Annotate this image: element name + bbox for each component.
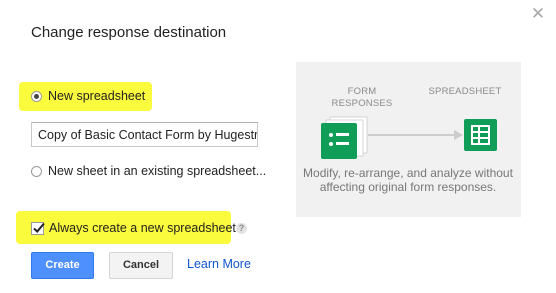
checkmark-icon: [33, 222, 45, 233]
existing-spreadsheet-label[interactable]: New sheet in an existing spreadsheet...: [48, 164, 266, 178]
existing-spreadsheet-radio[interactable]: [31, 166, 42, 177]
cancel-button[interactable]: Cancel: [109, 252, 173, 279]
arrow-icon: [368, 130, 463, 140]
spreadsheet-name-input[interactable]: Copy of Basic Contact Form by Hugestr: [31, 122, 258, 147]
always-create-label[interactable]: Always create a new spreadsheet: [49, 221, 236, 235]
new-spreadsheet-radio[interactable]: [31, 91, 42, 102]
help-icon[interactable]: ?: [236, 223, 247, 234]
close-icon[interactable]: ✕: [530, 5, 546, 22]
diagram-description: Modify, re-arrange, and analyze without …: [303, 166, 513, 194]
form-responses-icon: [321, 116, 368, 159]
dialog-title: Change response destination: [31, 24, 227, 41]
new-spreadsheet-label[interactable]: New spreadsheet: [48, 89, 145, 103]
create-button[interactable]: Create: [31, 252, 94, 279]
always-create-checkbox[interactable]: [31, 222, 45, 235]
spreadsheet-icon: [464, 119, 497, 151]
learn-more-link[interactable]: Learn More: [187, 257, 251, 271]
radio-selected-dot: [34, 94, 39, 99]
